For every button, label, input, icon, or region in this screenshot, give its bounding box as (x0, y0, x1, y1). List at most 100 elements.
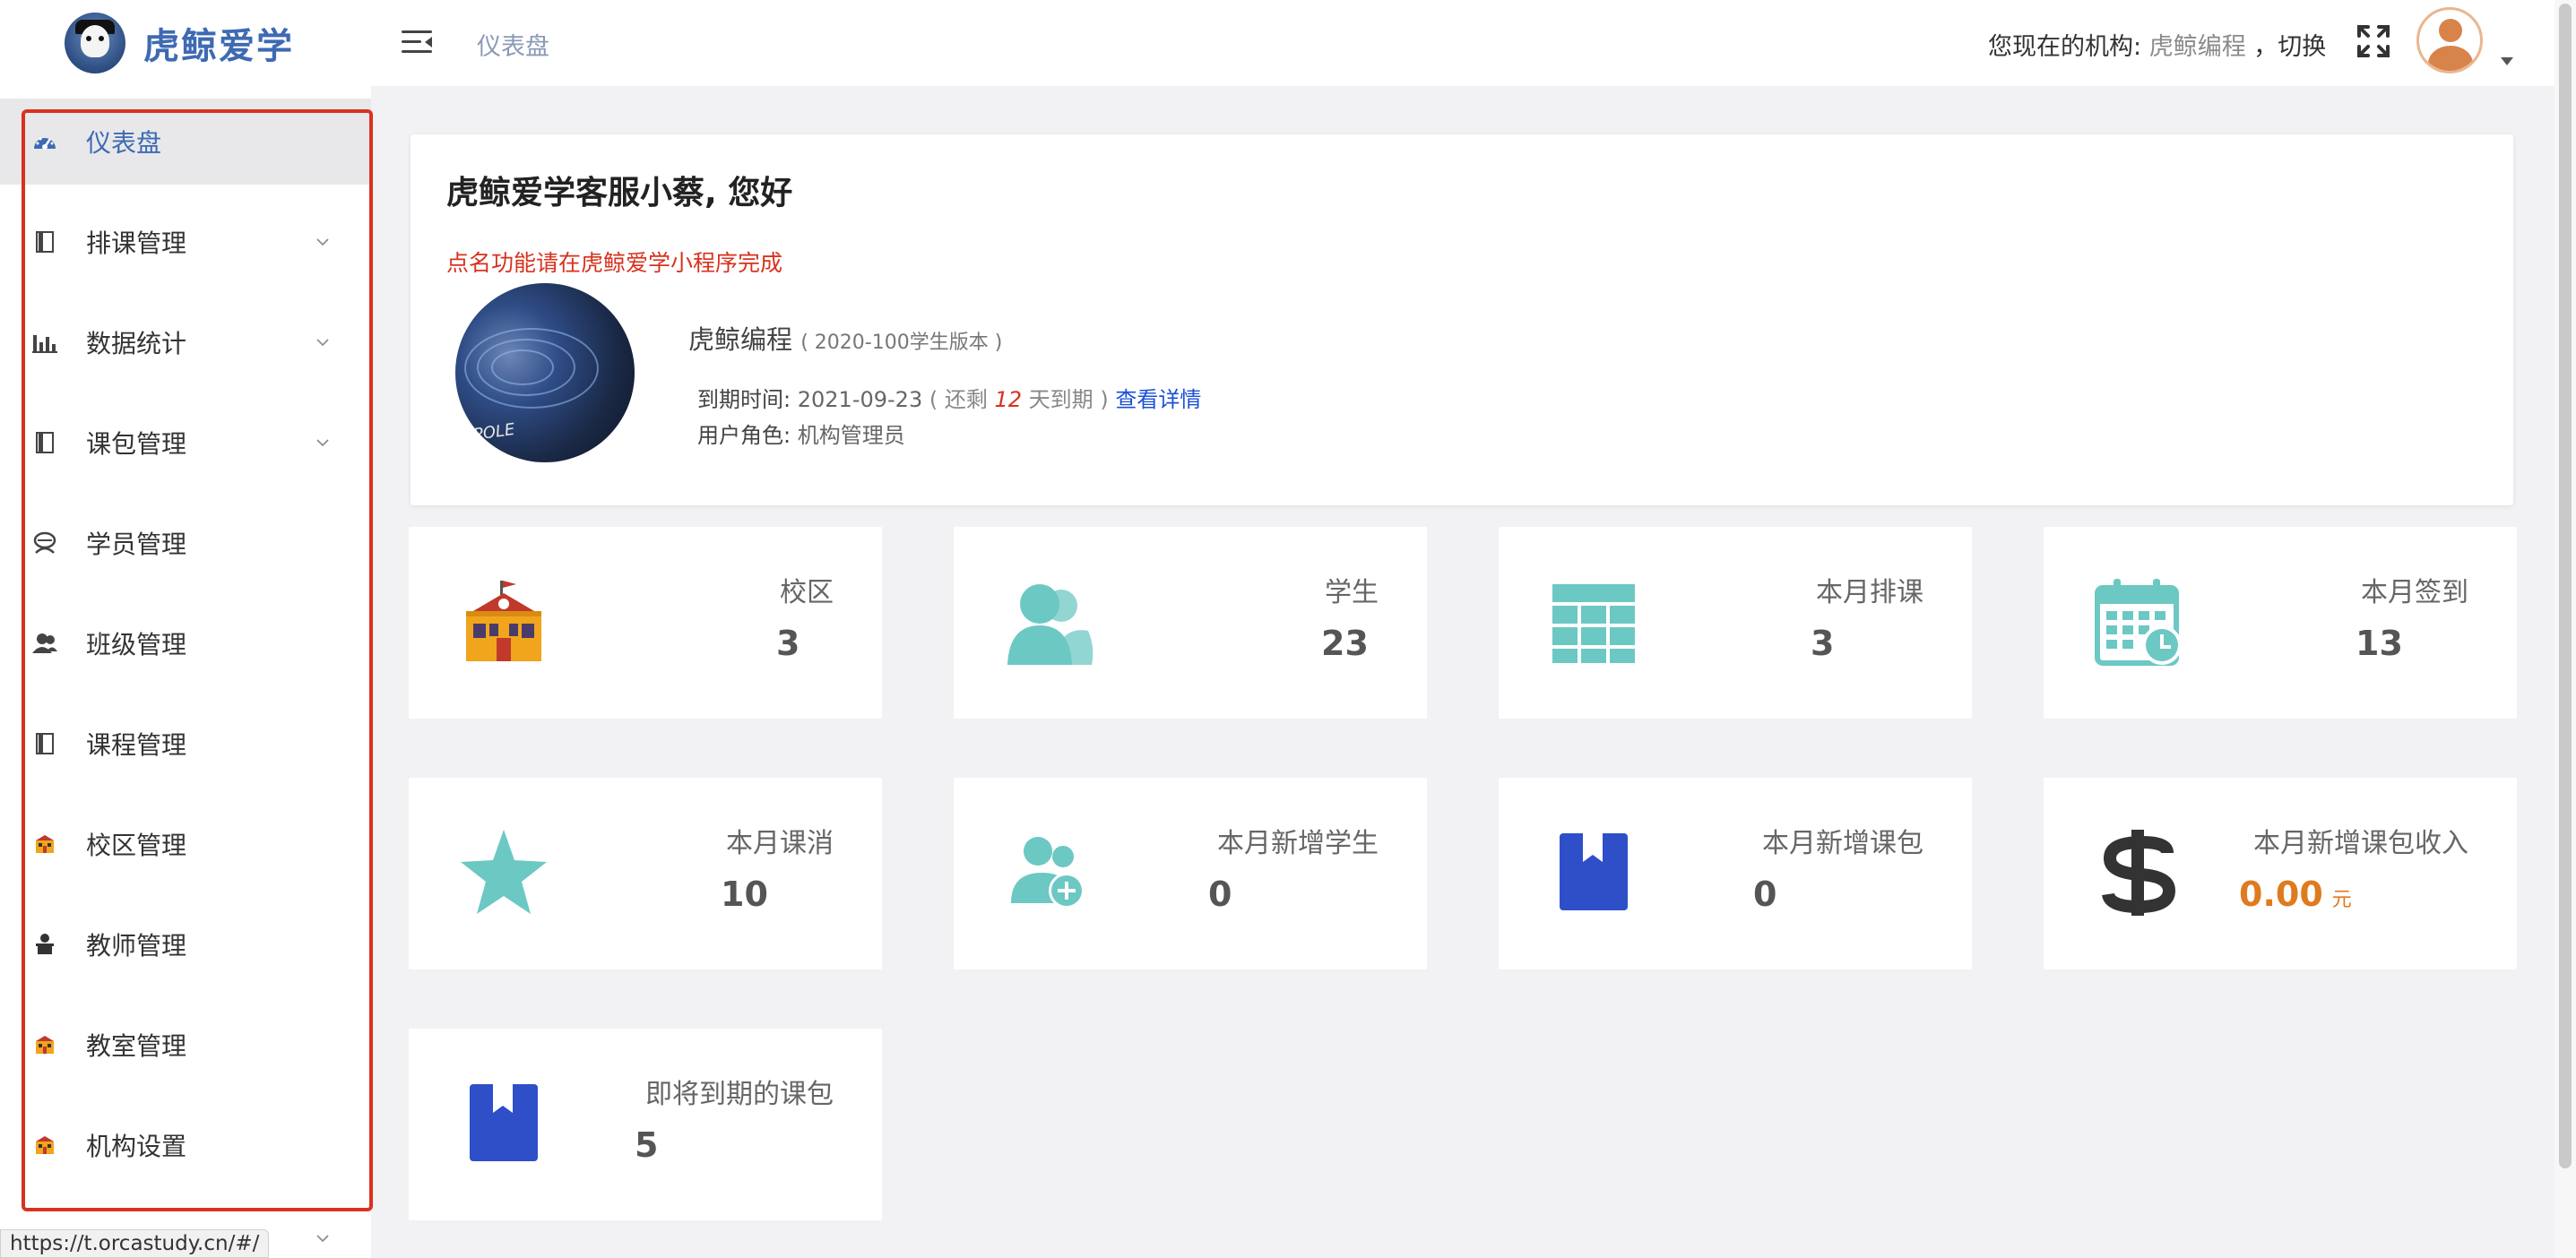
stat-label: 本月签到 (2361, 577, 2468, 608)
user-avatar[interactable] (2416, 7, 2483, 73)
chevron-down-icon[interactable] (316, 1231, 330, 1245)
stat-value: 0.00 元 (2239, 875, 2352, 914)
remain-suffix: 天到期 ) (1028, 387, 1109, 412)
fullscreen-icon[interactable] (2356, 23, 2391, 59)
org-switch-link[interactable]: ，切换 (2253, 33, 2326, 61)
student-icon (32, 530, 57, 556)
expire-label: 到期时间: (697, 387, 791, 412)
school-icon (32, 1133, 57, 1158)
org-version: ( 2020-100学生版本 ) (800, 332, 1003, 354)
stat-label: 校区 (780, 577, 834, 608)
sidebar-item-label: 班级管理 (86, 630, 187, 659)
sidebar-item-campuses[interactable]: 校区管理 (0, 801, 371, 887)
sidebar-item-org-settings[interactable]: 机构设置 (0, 1102, 371, 1188)
stat-label: 本月新增课包收入 (2253, 828, 2468, 859)
app-name: 虎鲸爱学 (143, 26, 294, 67)
photo-caption: POLE (471, 419, 516, 445)
chevron-down-icon[interactable] (2501, 57, 2513, 65)
stat-card-monthly-checkin[interactable]: 本月签到 13 (2044, 527, 2517, 719)
org-title: 虎鲸编程 ( 2020-100学生版本 ) (688, 319, 1002, 357)
org-name: 虎鲸编程 (688, 324, 793, 355)
income-amount: 0.00 (2239, 875, 2323, 914)
stat-card-new-package-income[interactable]: 本月新增课包收入 0.00 元 (2044, 778, 2517, 969)
role-value: 机构管理员 (797, 423, 905, 448)
stat-value: 10 (721, 875, 768, 914)
sidebar-item-label: 学员管理 (86, 530, 187, 559)
sidebar-item-courses[interactable]: 课程管理 (0, 701, 371, 787)
sidebar-item-label: 教师管理 (86, 931, 187, 961)
stat-card-students[interactable]: 学生 23 (954, 527, 1427, 719)
stat-card-new-students[interactable]: 本月新增学生 0 (954, 778, 1427, 969)
currency-unit: 元 (2331, 889, 2352, 911)
stat-card-new-packages[interactable]: 本月新增课包 0 (1499, 778, 1972, 969)
sidebar-item-label: 教室管理 (86, 1031, 187, 1061)
bar-chart-icon (32, 330, 57, 355)
stat-label: 本月新增学生 (1217, 828, 1379, 859)
add-user-icon (1011, 837, 1085, 909)
top-header: 虎鲸爱学 仪表盘 您现在的机构: 虎鲸编程 ，切换 (0, 0, 2576, 86)
chevron-down-icon (316, 439, 329, 447)
stat-value: 3 (776, 624, 800, 663)
role-line: 用户角色: 机构管理员 (697, 418, 905, 449)
page-scrollbar[interactable] (2554, 0, 2576, 1258)
sidebar-item-teachers[interactable]: 教师管理 (0, 901, 371, 987)
bookmark-icon (470, 1084, 538, 1161)
sidebar-item-label: 排课管理 (86, 228, 187, 258)
sidebar-item-classes[interactable]: 班级管理 (0, 600, 371, 686)
scrollbar-thumb[interactable] (2559, 4, 2572, 1168)
sidebar-item-dashboard[interactable]: 仪表盘 (0, 99, 371, 185)
stat-value: 5 (635, 1125, 659, 1165)
breadcrumb[interactable]: 仪表盘 (477, 27, 549, 62)
sidebar-item-students[interactable]: 学员管理 (0, 500, 371, 586)
welcome-title: 虎鲸爱学客服小蔡, 您好 (446, 175, 793, 211)
orca-logo-icon (65, 13, 125, 73)
users-icon (32, 631, 57, 656)
star-icon (461, 830, 547, 914)
stat-card-monthly-consumption[interactable]: 本月课消 10 (409, 778, 882, 969)
stat-card-expiring-packages[interactable]: 即将到期的课包 5 (409, 1029, 882, 1220)
sidebar-item-classrooms[interactable]: 教室管理 (0, 1002, 371, 1088)
sidebar-item-label: 数据统计 (86, 329, 187, 358)
dollar-icon (2102, 830, 2176, 916)
menu-toggle-icon[interactable] (402, 29, 432, 56)
book-icon (32, 731, 57, 756)
stat-value: 0 (1753, 875, 1777, 914)
stat-value: 0 (1208, 875, 1232, 914)
chevron-down-icon (316, 238, 329, 246)
stat-value: 23 (1321, 624, 1369, 663)
stat-value: 13 (2356, 624, 2403, 663)
role-label: 用户角色: (697, 423, 791, 448)
chevron-down-icon (316, 339, 329, 347)
sidebar-item-label: 校区管理 (86, 831, 187, 860)
teacher-icon (32, 932, 57, 957)
remain-days: 12 (994, 387, 1023, 412)
calendar-clock-icon (2095, 579, 2182, 666)
book-icon (32, 229, 57, 254)
sidebar-item-label: 课程管理 (86, 730, 187, 760)
stat-label: 本月课消 (726, 828, 834, 859)
expire-line: 到期时间: 2021-09-23 ( 还剩 12 天到期 ) 查看详情 (697, 382, 1201, 413)
bookmark-icon (1560, 833, 1628, 910)
sidebar-item-label: 课包管理 (86, 429, 187, 459)
sidebar-item-statistics[interactable]: 数据统计 (0, 299, 371, 385)
sidebar-item-packages[interactable]: 课包管理 (0, 400, 371, 486)
app-logo[interactable]: 虎鲸爱学 (65, 13, 294, 73)
sidebar-item-label: 仪表盘 (86, 128, 162, 158)
stat-label: 本月新增课包 (1762, 828, 1923, 859)
view-details-link[interactable]: 查看详情 (1115, 387, 1201, 412)
students-icon (1007, 584, 1094, 665)
stat-card-campuses[interactable]: 校区 3 (409, 527, 882, 719)
stat-label: 本月排课 (1816, 577, 1923, 608)
dashboard-icon (32, 129, 57, 154)
stat-label: 即将到期的课包 (645, 1079, 834, 1110)
sidebar-item-label: 机构设置 (86, 1132, 187, 1161)
table-grid-icon (1552, 584, 1635, 663)
stat-card-monthly-schedule[interactable]: 本月排课 3 (1499, 527, 1972, 719)
attendance-notice: 点名功能请在虎鲸爱学小程序完成 (446, 250, 783, 276)
sidebar: 仪表盘 排课管理 数据统计 课包管理 学员管理 班级管理 课程管理 校区管理 教… (0, 86, 371, 1258)
org-prefix: 您现在的机构: (1988, 33, 2142, 61)
sidebar-item-scheduling[interactable]: 排课管理 (0, 199, 371, 285)
remain-prefix: ( 还剩 (929, 387, 988, 412)
welcome-card: 虎鲸爱学客服小蔡, 您好 点名功能请在虎鲸爱学小程序完成 POLE 虎鲸编程 (… (411, 134, 2513, 505)
expire-date: 2021-09-23 (797, 387, 923, 412)
